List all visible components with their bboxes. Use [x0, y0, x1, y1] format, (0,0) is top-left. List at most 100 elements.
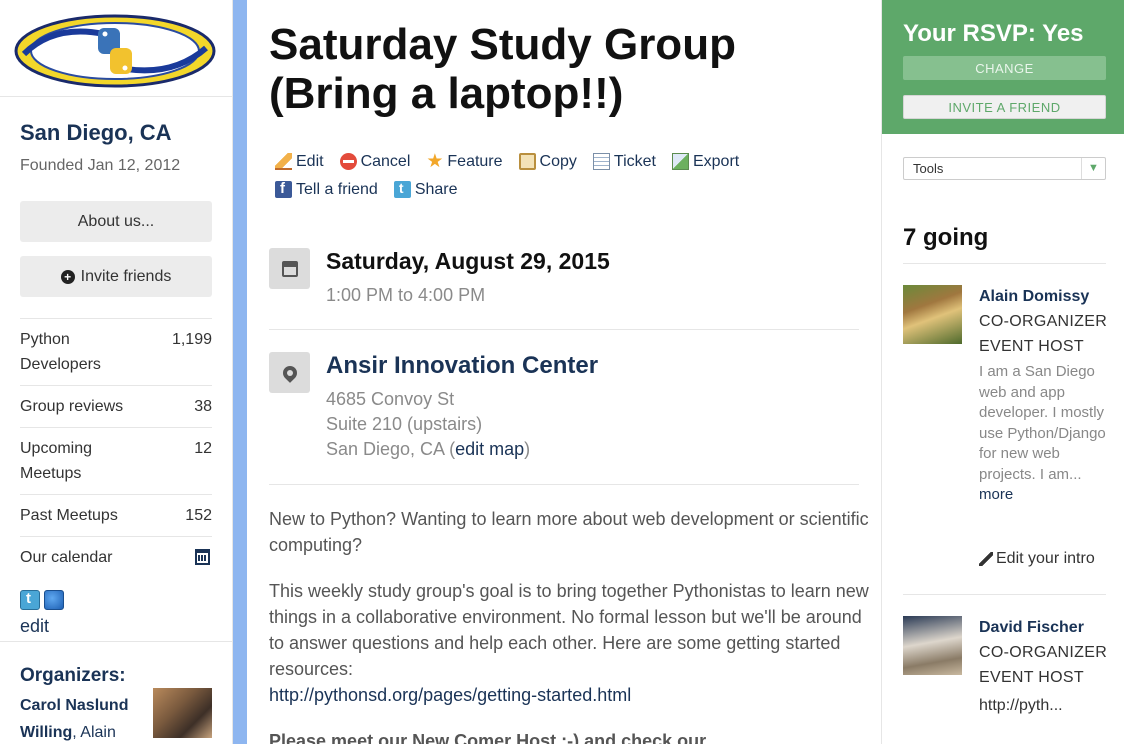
group-city[interactable]: San Diego, CA	[20, 120, 172, 146]
change-rsvp-button[interactable]: CHANGE	[903, 56, 1106, 80]
attendee-role: CO-ORGANIZER	[979, 644, 1108, 661]
event-main: Saturday Study Group (Bring a laptop!!) …	[247, 0, 881, 744]
export-button[interactable]: Export	[671, 152, 740, 171]
invite-friends-label: Invite friends	[80, 267, 172, 285]
rsvp-panel: Your RSVP: Yes CHANGE INVITE A FRIEND	[882, 0, 1124, 134]
edit-links-link[interactable]: edit	[20, 616, 49, 637]
tools-label: Tools	[913, 161, 944, 176]
star-icon: ★	[426, 151, 444, 172]
stat-upcoming-meetups[interactable]: Upcoming Meetups 12	[20, 427, 212, 494]
twitter-icon[interactable]	[20, 590, 40, 610]
attendee-role: EVENT HOST	[979, 669, 1084, 686]
organizer-more[interactable]: , Alain	[72, 724, 116, 741]
event-date-block: Saturday, August 29, 2015 1:00 PM to 4:0…	[269, 248, 859, 330]
calendar-icon	[195, 549, 210, 565]
feature-event-button[interactable]: ★ Feature	[426, 152, 502, 171]
attendee-name[interactable]: David Fischer	[979, 616, 1109, 640]
map-pin-icon	[269, 352, 310, 393]
edit-intro-link[interactable]: Edit your intro	[979, 550, 1095, 568]
event-description: New to Python? Wanting to learn more abo…	[269, 506, 869, 744]
action-label: Tell a friend	[296, 180, 378, 198]
event-title: Saturday Study Group (Bring a laptop!!)	[269, 20, 736, 118]
attendee-website-link[interactable]: http://pyth...	[979, 693, 1109, 718]
stat-value: 152	[185, 507, 212, 524]
venue-name[interactable]: Ansir Innovation Center	[326, 352, 598, 380]
rsvp-sidebar: Your RSVP: Yes CHANGE INVITE A FRIEND To…	[881, 0, 1124, 744]
stat-our-calendar[interactable]: Our calendar	[20, 536, 212, 578]
event-venue-block: Ansir Innovation Center 4685 Convoy St S…	[269, 352, 859, 485]
attendee-card: David Fischer CO-ORGANIZER EVENT HOST ht…	[903, 616, 1109, 744]
attendee-bio: I am a San Diego web and app developer. …	[979, 363, 1106, 503]
python-logo[interactable]	[14, 14, 216, 88]
founded-date: Founded Jan 12, 2012	[20, 157, 181, 174]
attendee-avatar[interactable]	[903, 616, 962, 675]
attendee-card: Alain Domissy CO-ORGANIZER EVENT HOST I …	[903, 285, 1109, 585]
description-paragraph: New to Python? Wanting to learn more abo…	[269, 509, 869, 555]
attendee-role: CO-ORGANIZER	[979, 313, 1108, 330]
tell-a-friend-button[interactable]: Tell a friend	[275, 180, 378, 199]
about-us-button[interactable]: About us...	[20, 201, 212, 242]
cancel-event-button[interactable]: Cancel	[339, 152, 410, 171]
getting-started-link[interactable]: http://pythonsd.org/pages/getting-starte…	[269, 685, 631, 705]
group-sidebar: San Diego, CA Founded Jan 12, 2012 About…	[0, 0, 233, 744]
stat-value: 12	[194, 440, 212, 457]
attendee-count: 7 going	[903, 224, 989, 251]
plus-circle-icon: +	[60, 269, 75, 284]
more-link[interactable]: more	[979, 486, 1013, 503]
organizers-list: Carol Naslund Willing, Alain	[20, 692, 150, 744]
attendee-info: Alain Domissy CO-ORGANIZER EVENT HOST I …	[979, 285, 1109, 506]
stat-label: Past Meetups	[20, 507, 118, 524]
stat-label: Group reviews	[20, 398, 124, 415]
divider	[0, 641, 232, 642]
attendee-name[interactable]: Alain Domissy	[979, 285, 1109, 309]
rsvp-status: Your RSVP: Yes	[903, 20, 1084, 47]
divider	[903, 263, 1106, 264]
pencil-icon	[275, 153, 292, 170]
group-logo-area	[0, 0, 232, 97]
action-label: Edit	[296, 152, 324, 170]
pencil-icon	[979, 552, 993, 566]
twitter-icon	[393, 180, 411, 198]
stat-value: 38	[194, 398, 212, 415]
cancel-icon	[339, 153, 357, 170]
share-button[interactable]: Share	[393, 180, 458, 199]
decorative-strip	[233, 0, 247, 744]
calendar-icon	[269, 248, 310, 289]
event-date: Saturday, August 29, 2015	[326, 248, 610, 274]
organizers-title: Organizers:	[20, 665, 126, 686]
invite-a-friend-button[interactable]: INVITE A FRIEND	[903, 95, 1106, 119]
stat-value: 1,199	[171, 331, 212, 348]
event-time: 1:00 PM to 4:00 PM	[326, 285, 486, 305]
edit-map-link[interactable]: edit map	[455, 439, 524, 459]
ticket-icon	[592, 153, 610, 170]
venue-address: 4685 Convoy St Suite 210 (upstairs) San …	[326, 387, 530, 462]
about-us-label: About us...	[77, 212, 155, 230]
ticket-button[interactable]: Ticket	[592, 152, 656, 171]
description-paragraph: Please meet our New Comer Host :-) and c…	[269, 731, 707, 744]
action-label: Ticket	[613, 152, 656, 170]
copy-icon	[518, 153, 536, 170]
stat-group-reviews[interactable]: Group reviews 38	[20, 385, 212, 427]
group-stats: Python Developers 1,199 Group reviews 38…	[20, 318, 212, 578]
action-label: Copy	[539, 152, 577, 170]
divider	[903, 594, 1106, 595]
address-line: Suite 210 (upstairs)	[326, 414, 483, 434]
copy-event-button[interactable]: Copy	[518, 152, 577, 171]
stat-python-developers[interactable]: Python Developers 1,199	[20, 318, 212, 385]
export-icon	[671, 153, 689, 170]
action-label: Export	[692, 152, 740, 170]
stat-past-meetups[interactable]: Past Meetups 152	[20, 494, 212, 536]
social-links	[20, 590, 64, 610]
attendee-role: EVENT HOST	[979, 338, 1084, 355]
stat-label: Our calendar	[20, 549, 113, 566]
invite-friends-button[interactable]: + Invite friends	[20, 256, 212, 297]
description-paragraph: This weekly study group's goal is to bri…	[269, 581, 869, 705]
facebook-icon	[275, 180, 292, 198]
tools-dropdown[interactable]: Tools ▼	[903, 157, 1106, 180]
website-globe-icon[interactable]	[44, 590, 64, 610]
organizer-avatar[interactable]	[153, 688, 212, 738]
attendee-avatar[interactable]	[903, 285, 962, 344]
edit-event-button[interactable]: Edit	[275, 152, 324, 171]
address-line: 4685 Convoy St	[326, 389, 455, 409]
action-label: Feature	[447, 152, 503, 170]
